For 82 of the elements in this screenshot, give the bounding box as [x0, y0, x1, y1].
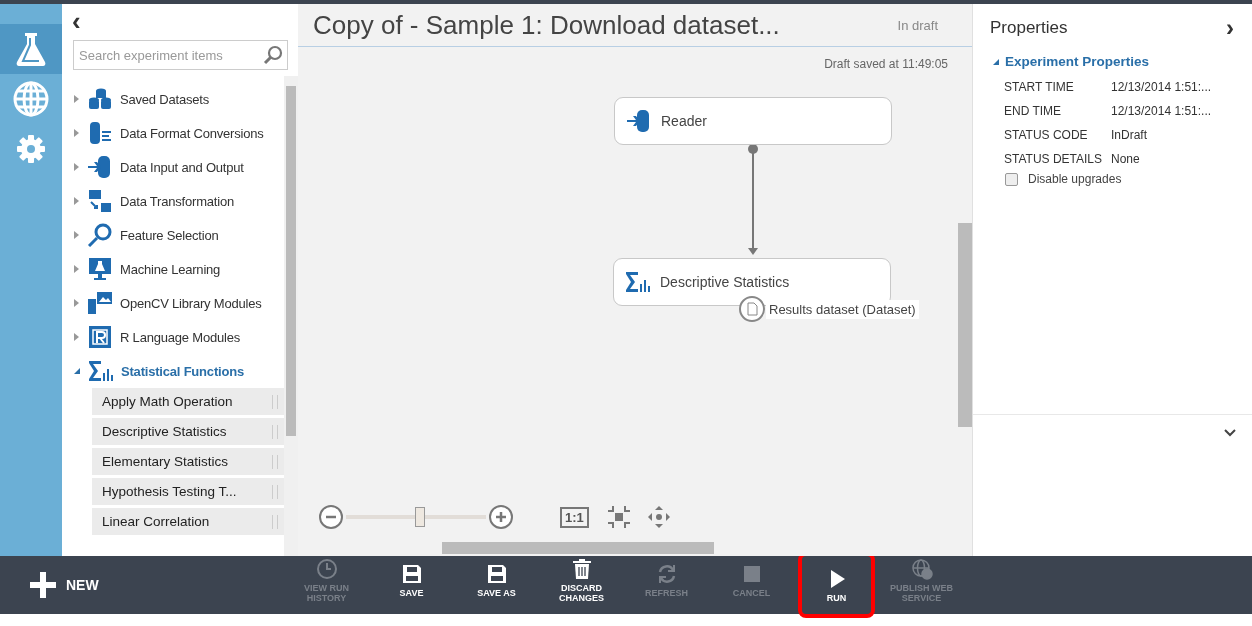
output-port-icon[interactable]	[738, 295, 766, 323]
expander-icon	[74, 129, 79, 137]
module-icon	[88, 359, 114, 383]
zoom-out-icon[interactable]	[318, 504, 344, 530]
module-icon	[87, 257, 113, 281]
property-label: STATUS CODE	[1004, 128, 1089, 142]
drag-handle-icon	[272, 484, 278, 499]
drag-handle-icon	[272, 514, 278, 529]
property-label: END TIME	[1004, 104, 1063, 118]
drag-handle-icon	[272, 424, 278, 439]
drag-handle-icon	[272, 454, 278, 469]
tree-item[interactable]: Data Transformation	[62, 184, 284, 218]
module-icon	[87, 155, 113, 179]
module-item[interactable]: Elementary Statistics	[92, 448, 284, 475]
actual-size-button[interactable]: 1:1	[560, 506, 589, 528]
scrollbar[interactable]	[284, 76, 298, 556]
tree-item[interactable]: Data Format Conversions	[62, 116, 284, 150]
zoom-in-icon[interactable]	[488, 504, 514, 530]
module-item[interactable]: Linear Correlation	[92, 508, 284, 535]
experiment-title: Copy of - Sample 1: Download dataset...	[313, 9, 780, 41]
checkbox-label: Disable upgrades	[1028, 172, 1122, 186]
module-icon	[87, 87, 113, 111]
expander-icon	[74, 231, 79, 239]
module-item[interactable]: Hypothesis Testing T...	[92, 478, 284, 505]
search-field[interactable]: Search experiment items	[73, 40, 288, 70]
expander-icon	[74, 163, 79, 171]
drag-handle-icon	[272, 394, 278, 409]
expander-icon	[74, 368, 80, 374]
module-icon	[87, 223, 113, 247]
fit-to-screen-icon[interactable]	[606, 505, 631, 529]
plus-icon	[30, 572, 56, 598]
globe-icon	[910, 557, 933, 580]
collapse-button[interactable]: ›	[1226, 14, 1234, 42]
tree-item[interactable]: Statistical Functions	[62, 354, 284, 388]
property-value: 12/13/2014 1:51:...	[1111, 104, 1212, 118]
property-value: None	[1111, 152, 1140, 166]
panel-title: Properties	[990, 18, 1068, 38]
status-label: In draft	[897, 17, 938, 33]
expander-icon	[74, 197, 79, 205]
save-icon	[400, 562, 423, 585]
tree-item[interactable]: Data Input and Output	[62, 150, 284, 184]
property-value: 12/13/2014 1:51:...	[1111, 80, 1212, 94]
save-as-icon	[485, 562, 508, 585]
module-item[interactable]: Descriptive Statistics	[92, 418, 284, 445]
property-label: START TIME	[1004, 80, 1075, 94]
module-node[interactable]: Descriptive Statistics	[613, 258, 891, 306]
module-icon	[87, 121, 113, 145]
expander-icon	[74, 299, 79, 307]
module-icon	[87, 189, 113, 213]
tree-item[interactable]: Machine Learning	[62, 252, 284, 286]
tree-item[interactable]: Saved Datasets	[62, 82, 284, 116]
module-icon	[624, 270, 652, 294]
section-header[interactable]: Experiment Properties	[1005, 54, 1150, 69]
expander-icon	[74, 95, 79, 103]
property-label: STATUS DETAILS	[1004, 152, 1103, 166]
tree-item[interactable]: OpenCV Library Modules	[62, 286, 284, 320]
property-value: InDraft	[1111, 128, 1147, 142]
module-icon	[87, 325, 113, 349]
tree-item[interactable]: Feature Selection	[62, 218, 284, 252]
module-item[interactable]: Apply Math Operation	[92, 388, 284, 415]
checkbox[interactable]	[1005, 172, 1018, 186]
save-status-text: Draft saved at 11:49:05	[824, 57, 948, 71]
module-icon	[87, 291, 113, 315]
toolbar-button[interactable]: SAVE	[373, 552, 450, 608]
flask-icon	[14, 31, 48, 67]
new-button[interactable]: NEW	[30, 572, 288, 598]
chevron-down-icon[interactable]	[1224, 429, 1236, 437]
rail-tab[interactable]	[0, 24, 62, 74]
expander-icon	[74, 265, 79, 273]
module-node[interactable]: Reader	[614, 97, 892, 145]
expander-icon	[74, 333, 79, 341]
history-icon	[315, 557, 338, 580]
search-icon	[263, 45, 283, 65]
toolbar-button[interactable]: SAVE AS	[458, 552, 535, 608]
pan-icon[interactable]	[646, 505, 671, 529]
port-tooltip: Results dataset (Dataset)	[766, 299, 919, 319]
settings-icon	[16, 134, 46, 164]
collapse-button[interactable]: ‹	[72, 8, 81, 34]
expander-icon	[993, 58, 999, 65]
tree-item[interactable]: R Language Modules	[62, 320, 284, 354]
toolbar-button[interactable]: DISCARD CHANGES	[543, 552, 620, 608]
globe-icon	[12, 80, 50, 118]
